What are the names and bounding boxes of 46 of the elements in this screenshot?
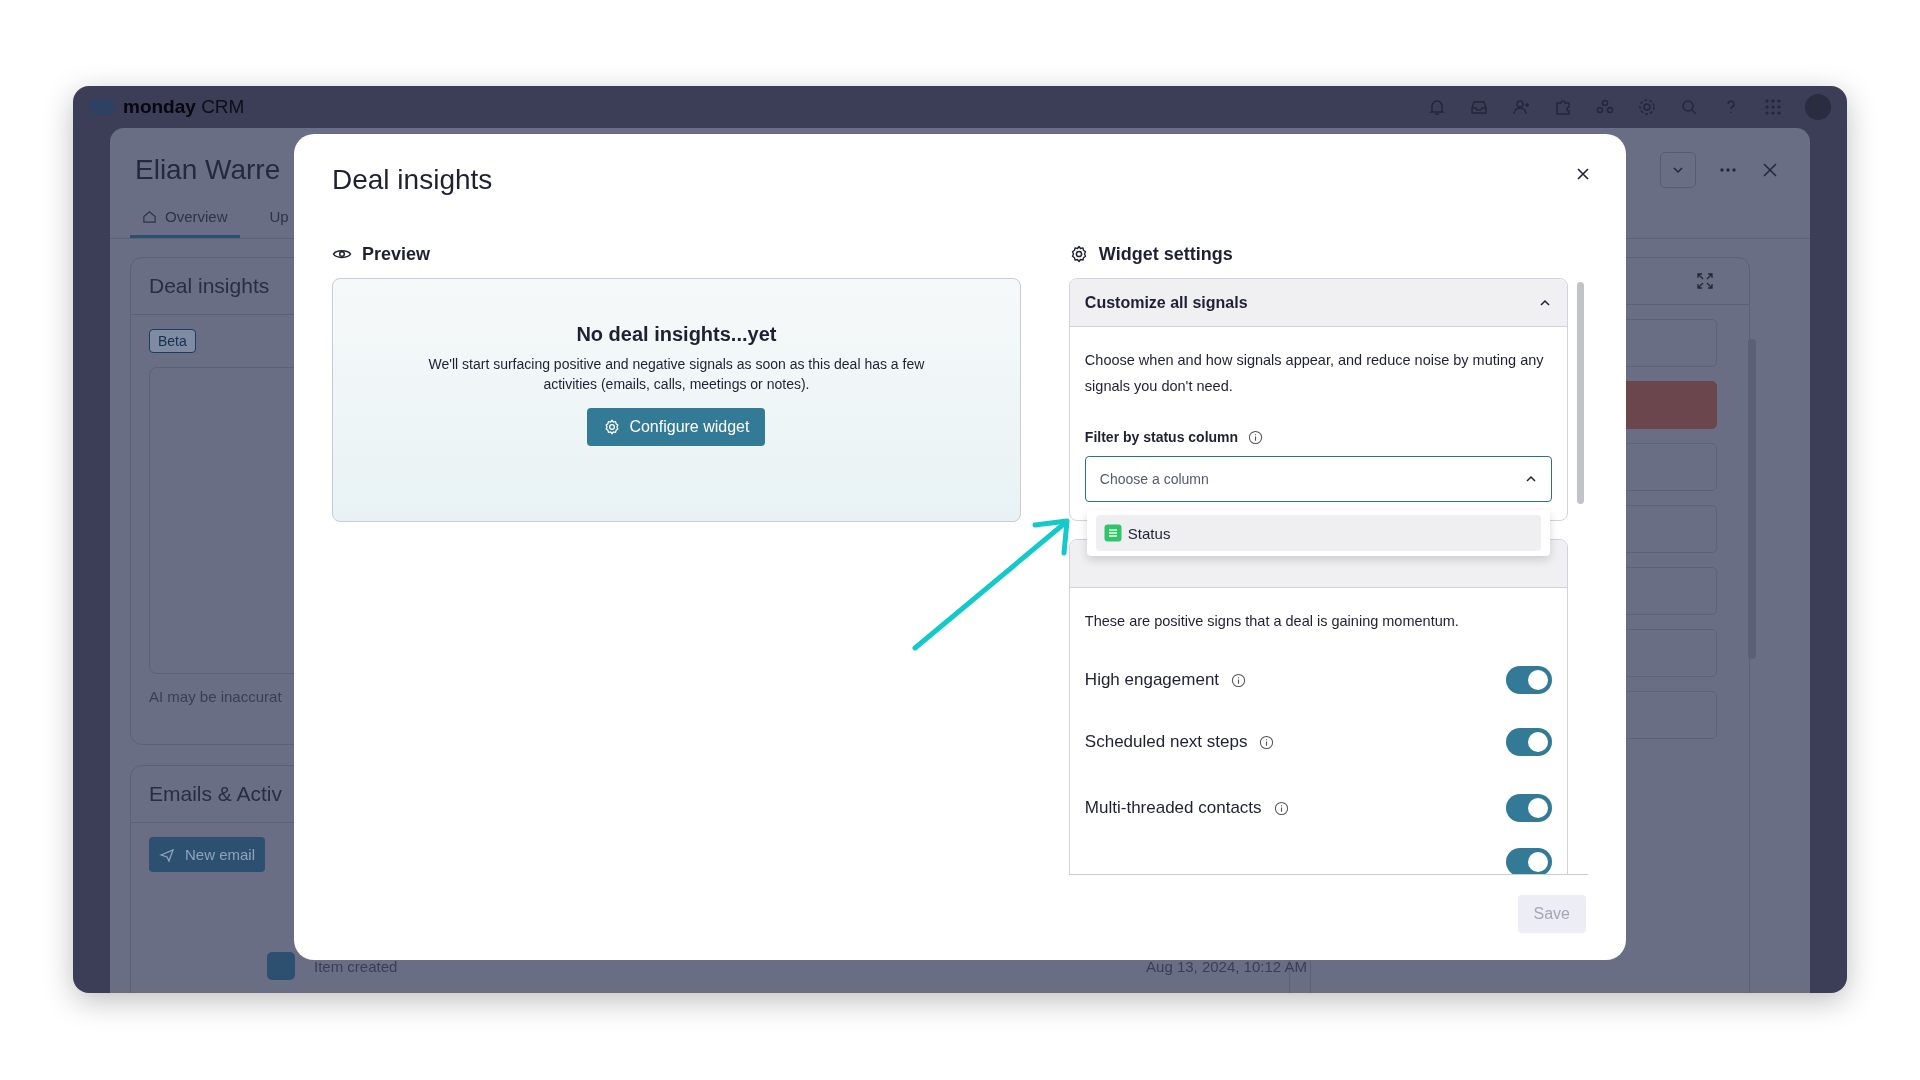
settings-icon[interactable]	[1637, 97, 1657, 117]
card-title: Deal insights	[149, 274, 270, 298]
empty-text: We'll start surfacing positive and negative signals as soon as this deal has a few activities (emails, calls, meetings or notes).	[427, 355, 926, 394]
toggle-switch[interactable]	[1505, 794, 1552, 822]
app-logo: monday CRM	[123, 96, 245, 118]
info-icon[interactable]	[1259, 734, 1275, 750]
toggle-switch[interactable]	[1505, 848, 1552, 874]
dialog-title: Deal insights	[332, 164, 493, 196]
signal-label: Multi-threaded contacts	[1084, 798, 1262, 818]
bell-icon[interactable]	[1427, 97, 1447, 117]
configure-widget-button[interactable]: Configure widget	[587, 408, 766, 446]
toggle-switch[interactable]	[1505, 666, 1552, 694]
field-label: Filter by status column	[1084, 429, 1239, 445]
tab[interactable]: Overview	[130, 202, 240, 238]
beta-badge: Beta	[149, 329, 196, 353]
avatar[interactable]	[1805, 94, 1831, 120]
apps-icon[interactable]	[1763, 97, 1783, 117]
toggle-switch[interactable]	[1505, 728, 1552, 756]
description-text: These are positive signs that a deal is gaining momentum.	[1084, 612, 1459, 631]
activity-icon	[267, 952, 295, 980]
section-title: Widget settings	[1098, 243, 1233, 265]
puzzle-icon[interactable]	[1553, 97, 1573, 117]
accordion-header[interactable]: Customize all signals	[1069, 279, 1567, 327]
new-email-button[interactable]: New email	[149, 837, 266, 872]
empty-title: No deal insights...yet	[576, 323, 777, 346]
dropdown-button[interactable]	[1660, 152, 1696, 188]
info-icon[interactable]	[1273, 800, 1289, 816]
chevron-icon	[1672, 164, 1684, 176]
scrollbar[interactable]	[1577, 282, 1584, 504]
section-title: Preview	[362, 243, 431, 265]
close-icon	[1576, 167, 1590, 181]
info-icon[interactable]	[1231, 672, 1247, 688]
column-select[interactable]: Choose a column	[1084, 456, 1552, 502]
search-icon[interactable]	[1679, 97, 1699, 117]
signal-label: Scheduled next steps	[1084, 732, 1248, 752]
description-text: Choose when and how signals appear, and reduce noise by muting any signals you don't need.	[1084, 351, 1545, 396]
dropdown-option[interactable]: Status	[1095, 515, 1541, 551]
status-column-icon	[1103, 524, 1122, 542]
card-title: Emails & Activ	[149, 782, 283, 806]
expand-icon[interactable]	[1695, 271, 1715, 291]
item-title: Elian Warre	[135, 154, 281, 186]
info-icon[interactable]	[1248, 429, 1264, 445]
signal-label: High engagement	[1084, 670, 1220, 690]
home-icon	[142, 209, 157, 224]
add-person-icon[interactable]	[1511, 97, 1531, 117]
send-icon	[159, 846, 175, 863]
